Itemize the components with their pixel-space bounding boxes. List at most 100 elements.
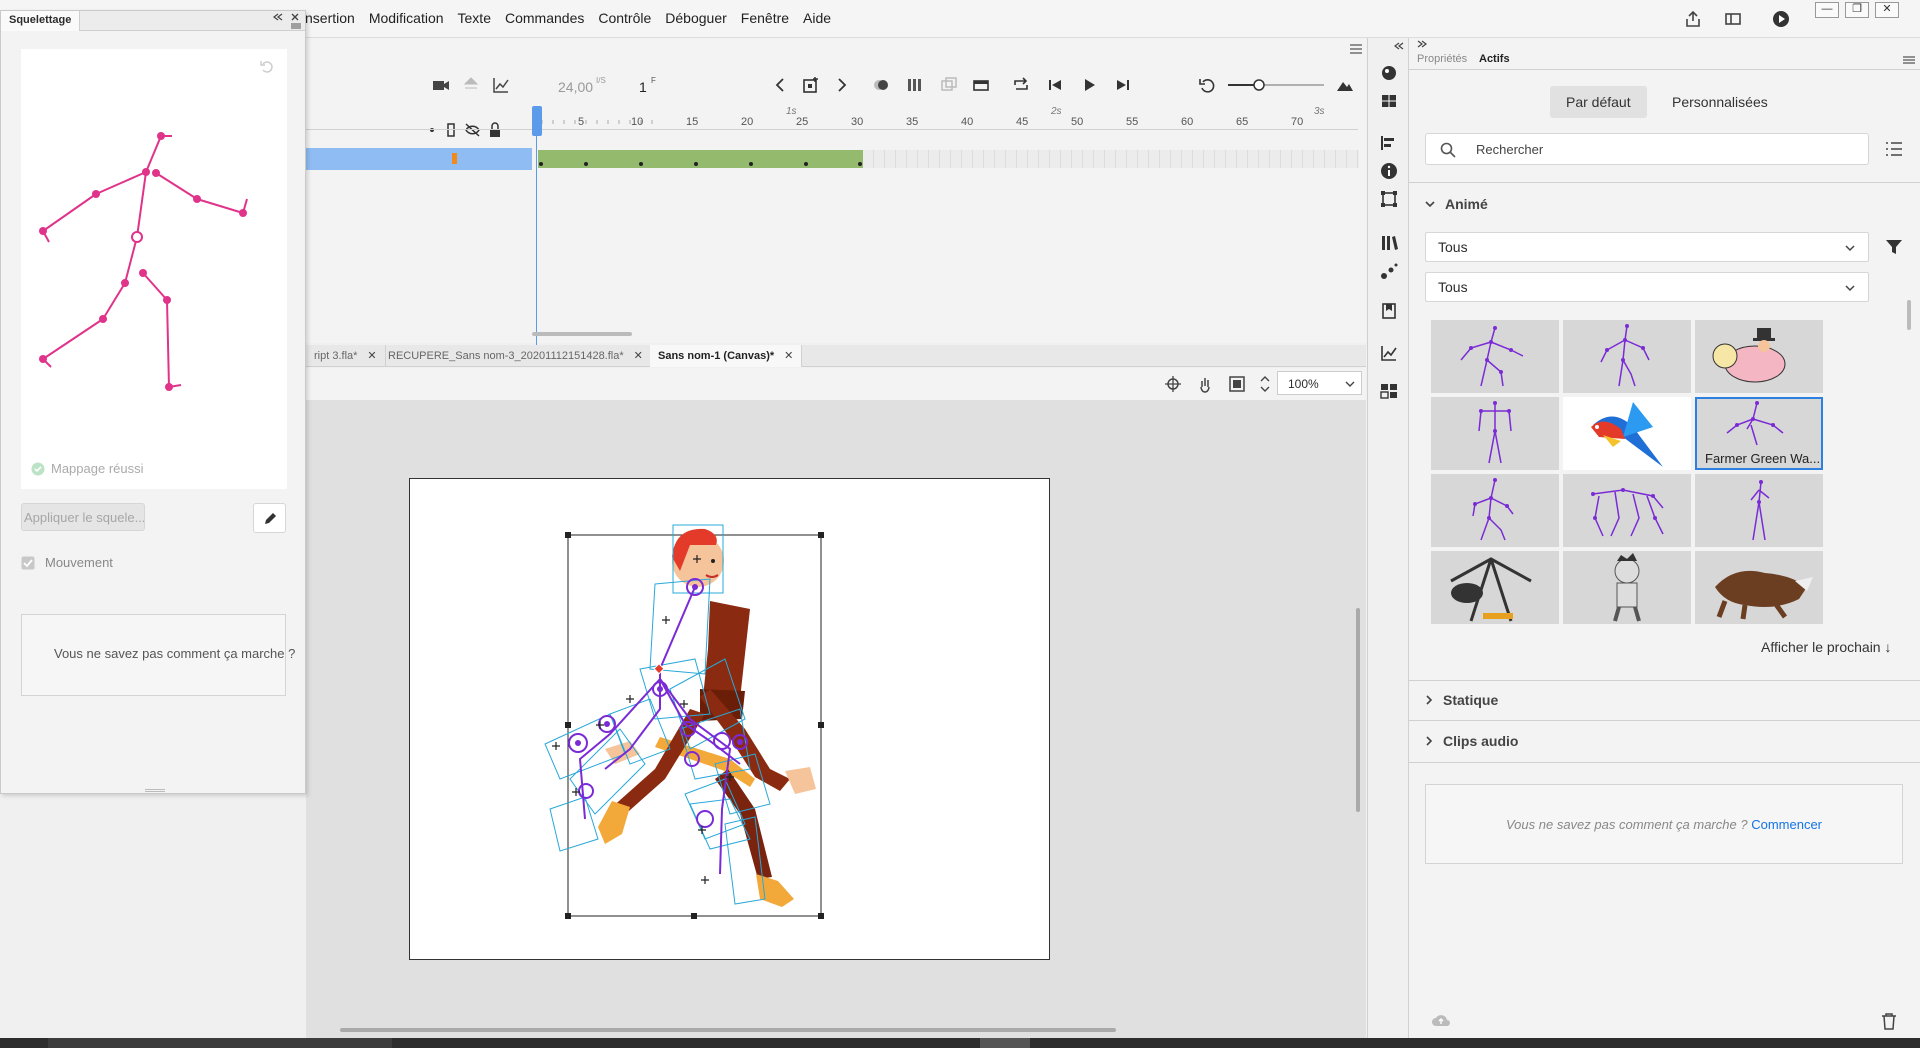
panel-menu-icon[interactable] [1350, 44, 1362, 54]
close-icon[interactable]: ✕ [367, 350, 376, 362]
transform-icon[interactable] [1380, 190, 1398, 208]
timeline-ruler[interactable]: 5 10 15 20 25 30 35 40 45 50 55 60 65 70… [306, 106, 1358, 130]
stage-vscroll[interactable] [1356, 608, 1360, 812]
asset-thumbnail[interactable] [1563, 551, 1691, 624]
frame-span-icon[interactable] [972, 76, 990, 94]
assets-icon[interactable] [1380, 382, 1398, 400]
close-window-button[interactable]: ✕ [1875, 2, 1899, 18]
step-back-icon[interactable] [1046, 76, 1064, 94]
menu-insertion[interactable]: nsertion [298, 10, 362, 26]
playhead-handle[interactable] [532, 106, 542, 136]
color-icon[interactable] [1380, 64, 1398, 82]
doc-tab-active[interactable]: Sans nom-1 (Canvas)* ✕ [650, 345, 803, 367]
movement-checkbox[interactable] [21, 556, 35, 570]
asset-thumbnail[interactable] [1563, 397, 1691, 470]
section-audio-header[interactable]: Clips audio [1425, 733, 1518, 749]
doc-tab[interactable]: ript 3.fla* ✕ [306, 345, 386, 367]
filter-dropdown-2[interactable]: Tous [1425, 272, 1869, 302]
resize-handle[interactable] [145, 789, 165, 792]
play-icon[interactable] [1080, 76, 1098, 94]
panel-menu-icon[interactable] [291, 23, 301, 29]
layer-row[interactable] [306, 148, 1366, 170]
motion-presets-icon[interactable] [1380, 262, 1398, 280]
center-stage-icon[interactable] [1164, 375, 1182, 393]
segment-custom[interactable]: Personnalisées [1656, 86, 1784, 118]
asset-thumbnail[interactable] [1695, 320, 1823, 393]
rotate-tool-icon[interactable] [1196, 375, 1214, 393]
taskbar-item[interactable] [48, 1038, 392, 1048]
test-movie-icon[interactable] [1772, 10, 1790, 28]
list-view-icon[interactable] [1885, 141, 1903, 157]
mountains-icon[interactable] [1336, 76, 1354, 94]
tab-properties[interactable]: Propriétés [1417, 53, 1467, 65]
skeleton-help-text[interactable]: Vous ne savez pas comment ça marche ? [54, 646, 295, 661]
layer-color-swatch[interactable] [452, 153, 457, 164]
info-icon[interactable] [1380, 162, 1398, 180]
step-forward-icon[interactable] [1114, 76, 1132, 94]
asset-thumbnail[interactable] [1563, 320, 1691, 393]
apply-skeleton-button[interactable]: Appliquer le squele... [21, 503, 145, 531]
clip-content-icon[interactable] [1228, 375, 1246, 393]
frame-number[interactable]: 1 [639, 79, 647, 95]
asset-thumbnail[interactable] [1431, 474, 1559, 547]
filter-icon[interactable] [1885, 238, 1903, 256]
timeline-scrollbar[interactable] [532, 332, 632, 336]
edit-skeleton-button[interactable] [253, 503, 286, 533]
edit-multiple-frames-icon[interactable] [940, 76, 958, 94]
share-icon[interactable] [1684, 10, 1702, 28]
prev-keyframe-icon[interactable] [772, 76, 790, 94]
menu-modification[interactable]: Modification [362, 10, 451, 26]
code-snippets-icon[interactable] [1380, 302, 1398, 320]
menu-deboguer[interactable]: Déboguer [658, 10, 734, 26]
minimize-button[interactable]: — [1815, 2, 1839, 18]
library-icon[interactable] [1380, 234, 1398, 252]
close-icon[interactable]: ✕ [634, 350, 643, 362]
tab-assets[interactable]: Actifs [1479, 53, 1510, 65]
loop-icon[interactable] [1012, 76, 1030, 94]
collapse-icon[interactable] [1394, 42, 1404, 50]
asset-thumbnail[interactable] [1695, 551, 1823, 624]
swatches-icon[interactable] [1380, 92, 1398, 110]
trash-icon[interactable] [1881, 1012, 1897, 1030]
onion-skin-icon[interactable] [872, 76, 890, 94]
asset-thumbnail[interactable] [1431, 397, 1559, 470]
menu-texte[interactable]: Texte [451, 10, 498, 26]
camera-icon[interactable] [432, 76, 450, 94]
section-animated-header[interactable]: Animé [1425, 196, 1488, 212]
section-static-header[interactable]: Statique [1425, 692, 1498, 708]
panel-menu-icon[interactable] [1903, 56, 1915, 64]
motion-editor-icon[interactable] [1380, 344, 1398, 362]
empty-frames[interactable] [863, 150, 1359, 168]
asset-thumbnail[interactable] [1431, 551, 1559, 624]
insert-keyframe-icon[interactable] [802, 76, 820, 94]
skeleton-panel-tab[interactable]: Squelettage [1, 11, 81, 31]
asset-scrollbar[interactable] [1907, 300, 1911, 330]
artboard[interactable] [409, 478, 1050, 960]
graph-icon[interactable] [492, 76, 510, 94]
search-field[interactable]: Rechercher [1425, 133, 1869, 165]
fps-value[interactable]: 24,00 [558, 79, 593, 95]
upload-cloud-icon[interactable] [1431, 1012, 1451, 1028]
character-rig[interactable] [410, 479, 1051, 961]
layer-name-cell[interactable] [306, 148, 532, 170]
show-next-link[interactable]: Afficher le prochain ↓ [1761, 639, 1891, 655]
zoom-stepper[interactable] [1258, 372, 1272, 396]
asset-thumbnail-selected[interactable]: Farmer Green Wa... [1695, 397, 1823, 470]
close-icon[interactable] [291, 13, 299, 21]
layer-depth-icon[interactable] [462, 76, 480, 94]
menu-aide[interactable]: Aide [796, 10, 838, 26]
align-icon[interactable] [1380, 134, 1398, 152]
movement-checkbox-row[interactable]: Mouvement [21, 555, 113, 570]
menu-fenetre[interactable]: Fenêtre [734, 10, 796, 26]
zoom-slider[interactable] [1226, 78, 1326, 92]
doc-tab[interactable]: RECUPERE_Sans nom-3_20201112151428.fla* ✕ [380, 345, 652, 367]
taskbar-item[interactable] [980, 1038, 1030, 1048]
menu-commandes[interactable]: Commandes [498, 10, 591, 26]
asset-thumbnail[interactable] [1431, 320, 1559, 393]
close-icon[interactable]: ✕ [784, 350, 793, 362]
undo-icon[interactable] [1198, 76, 1216, 94]
segment-default[interactable]: Par défaut [1550, 86, 1647, 118]
get-started-link[interactable]: Commencer [1751, 817, 1822, 832]
filter-dropdown-1[interactable]: Tous [1425, 232, 1869, 262]
menu-controle[interactable]: Contrôle [591, 10, 658, 26]
